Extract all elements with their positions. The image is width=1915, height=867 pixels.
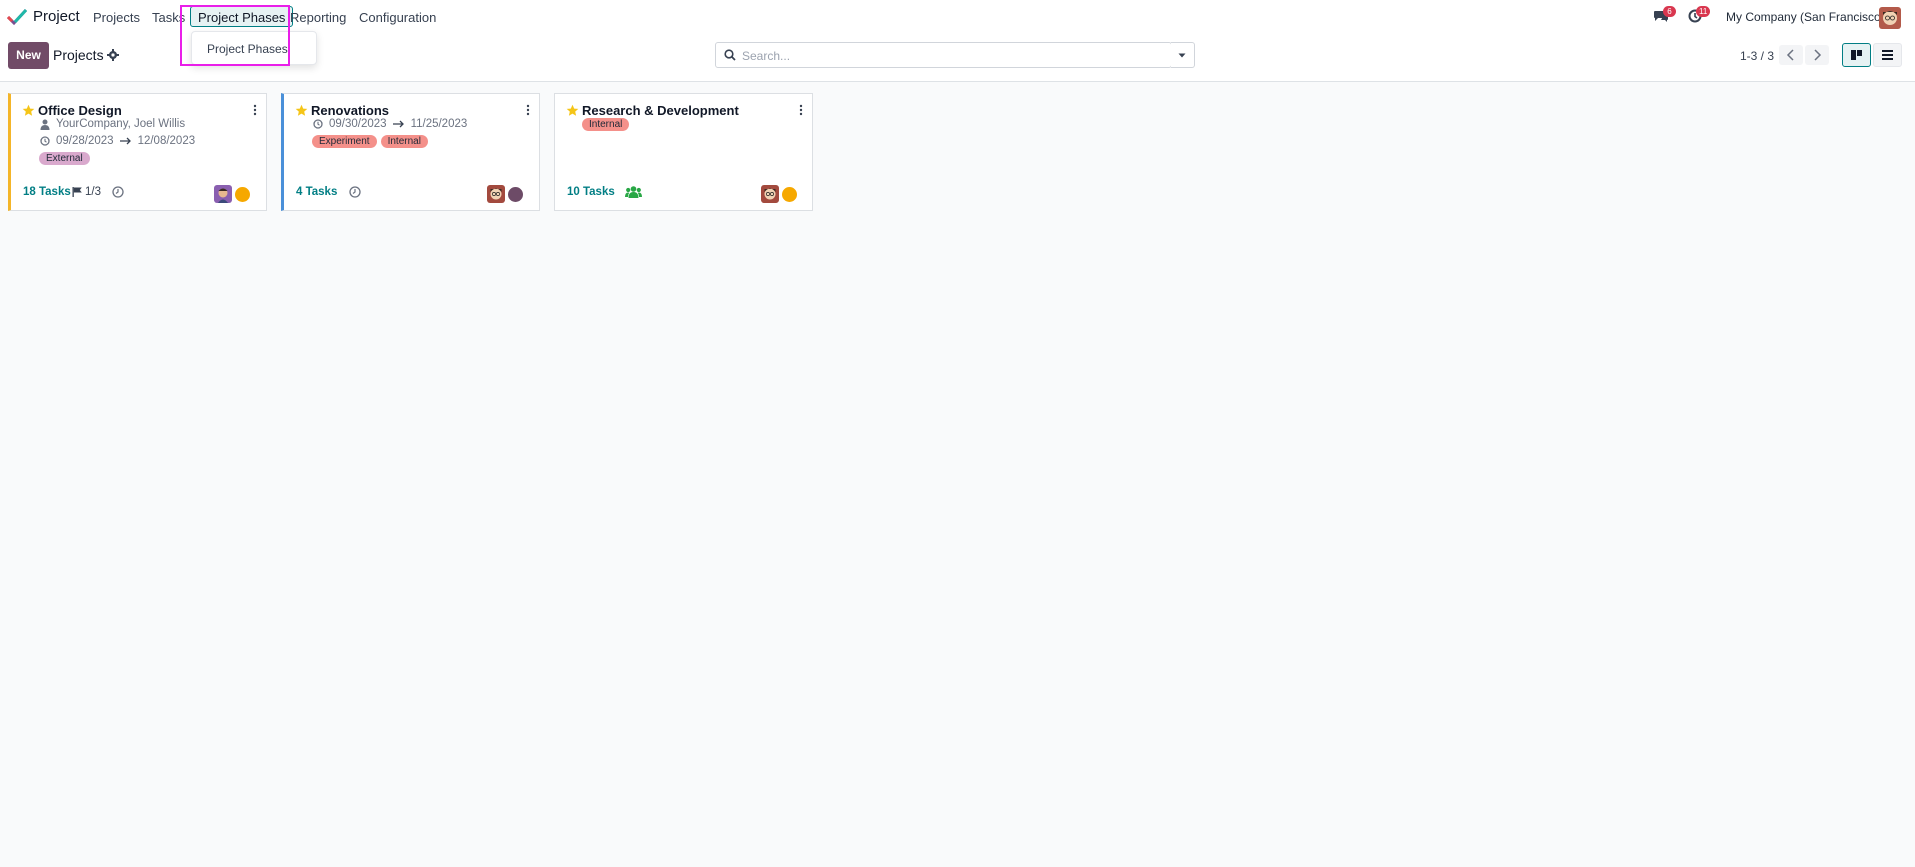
milestone-progress[interactable]: 1/3 [72, 186, 101, 198]
app-name[interactable]: Project [33, 8, 80, 25]
top-navbar: Project Projects Tasks Project Phases Re… [0, 0, 1915, 34]
tasks-link[interactable]: 18 Tasks [23, 186, 71, 198]
menu-projects[interactable]: Projects [93, 10, 140, 25]
search-input[interactable] [742, 47, 1142, 64]
project-app-icon[interactable] [7, 8, 27, 26]
milestone-count: 1/3 [85, 186, 101, 198]
manager-avatar-image [487, 185, 505, 203]
project-title: Office Design [38, 103, 122, 118]
pager-previous-button[interactable] [1779, 45, 1803, 65]
search-icon [724, 49, 736, 61]
tag-internal: Internal [380, 135, 428, 148]
date-range: 09/30/2023 11/25/2023 [313, 118, 467, 130]
arrow-right-icon [392, 120, 404, 128]
activities-badge: 11 [1696, 6, 1711, 17]
menu-configuration[interactable]: Configuration [359, 10, 436, 25]
dropdown-item-project-phases[interactable]: Project Phases [207, 42, 288, 56]
tasks-link[interactable]: 4 Tasks [296, 186, 337, 198]
kebab-menu-icon[interactable] [525, 104, 531, 116]
pager-value[interactable]: 1-3 / 3 [1740, 49, 1774, 63]
company-switcher[interactable]: My Company (San Francisco) [1726, 10, 1885, 24]
users-icon[interactable] [625, 185, 642, 199]
kanban-view-button[interactable] [1842, 43, 1871, 67]
star-icon[interactable] [22, 104, 35, 117]
messages-badge: 6 [1663, 6, 1676, 17]
search-options-toggle[interactable] [1171, 42, 1195, 68]
tags: Internal [582, 118, 630, 131]
status-indicator[interactable] [508, 187, 523, 202]
kebab-menu-icon[interactable] [252, 104, 258, 116]
project-card-research-development[interactable]: Research & Development Internal 10 Tasks [554, 93, 813, 211]
menu-tasks[interactable]: Tasks [152, 10, 185, 25]
arrow-right-icon [119, 137, 131, 145]
date-range: 09/28/2023 12/08/2023 [40, 135, 195, 147]
customer-name: YourCompany, Joel Willis [56, 118, 186, 130]
manager-avatar[interactable] [214, 185, 232, 203]
messages-button[interactable]: 6 [1654, 6, 1676, 26]
tags: External [39, 152, 90, 165]
user-avatar-image [1879, 7, 1901, 29]
chevron-left-icon [1786, 49, 1794, 61]
date-start: 09/30/2023 [329, 118, 387, 130]
pager-next-button[interactable] [1805, 45, 1829, 65]
activities-button[interactable]: 11 [1688, 6, 1711, 26]
tag-experiment: Experiment [312, 135, 377, 148]
list-icon [1882, 50, 1893, 60]
star-icon[interactable] [295, 104, 308, 117]
clock-icon [313, 119, 323, 129]
manager-avatar-image [214, 185, 232, 203]
manager-avatar[interactable] [487, 185, 505, 203]
new-button[interactable]: New [8, 42, 49, 69]
project-card-office-design[interactable]: Office Design YourCompany, Joel Willis 0… [8, 93, 267, 211]
gear-icon[interactable] [107, 49, 119, 61]
star-icon[interactable] [566, 104, 579, 117]
menu-project-phases[interactable]: Project Phases [190, 6, 294, 27]
tags: Experiment Internal [312, 135, 428, 148]
project-card-renovations[interactable]: Renovations 09/30/2023 11/25/2023 Experi… [281, 93, 540, 211]
activity-clock-icon[interactable] [349, 186, 361, 198]
date-end: 12/08/2023 [137, 135, 196, 147]
tag-internal: Internal [582, 118, 630, 131]
user-icon [40, 119, 50, 130]
user-avatar[interactable] [1879, 7, 1901, 29]
kanban-icon [1851, 50, 1862, 60]
activity-clock-icon[interactable] [112, 186, 124, 198]
manager-avatar-image [761, 185, 779, 203]
project-phases-dropdown: Project Phases [191, 31, 317, 65]
customer-line: YourCompany, Joel Willis [40, 118, 185, 130]
page-title: Projects [53, 47, 104, 63]
menu-reporting[interactable]: Reporting [290, 10, 346, 25]
project-title: Renovations [311, 103, 390, 118]
caret-down-icon [1178, 53, 1186, 58]
status-indicator[interactable] [782, 187, 797, 202]
tag-external: External [39, 152, 90, 165]
search-bar [715, 42, 1172, 68]
flag-icon [72, 187, 82, 197]
tasks-link[interactable]: 10 Tasks [567, 186, 615, 198]
clock-icon [40, 136, 50, 146]
manager-avatar[interactable] [761, 185, 779, 203]
date-start: 09/28/2023 [56, 135, 114, 147]
kebab-menu-icon[interactable] [798, 104, 804, 116]
chevron-right-icon [1814, 49, 1822, 61]
project-title: Research & Development [582, 103, 739, 118]
list-view-button[interactable] [1873, 43, 1902, 67]
status-indicator[interactable] [235, 187, 250, 202]
date-end: 11/25/2023 [410, 118, 468, 130]
